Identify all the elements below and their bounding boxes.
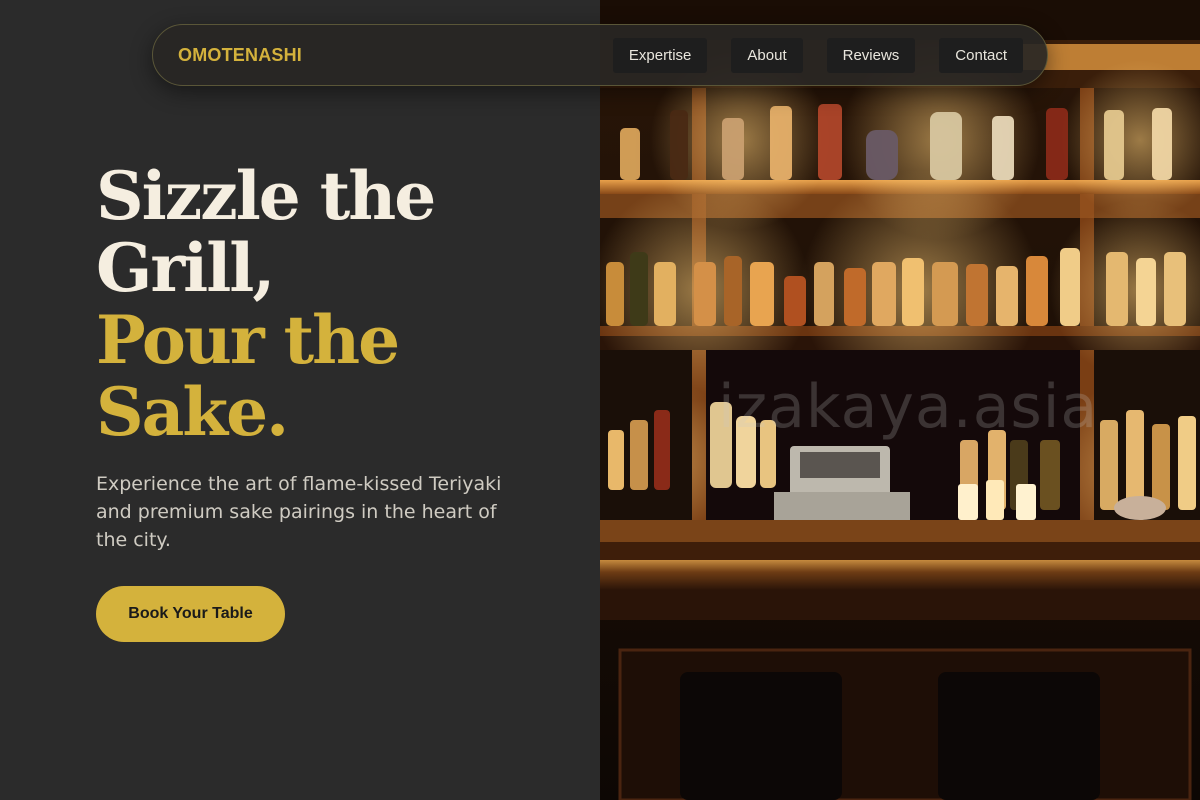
brand-logo[interactable]: OMOTENASHI xyxy=(178,45,302,66)
top-navigation: OMOTENASHI Expertise About Reviews Conta… xyxy=(152,24,1048,86)
nav-link-about[interactable]: About xyxy=(731,38,803,73)
nav-links: Expertise About Reviews Contact xyxy=(612,38,1023,73)
headline-line-2: Pour the Sake. xyxy=(96,301,400,451)
headline-line-1: Sizzle the Grill, xyxy=(96,157,436,307)
hero-headline: Sizzle the Grill, Pour the Sake. xyxy=(96,160,576,448)
nav-link-contact[interactable]: Contact xyxy=(939,38,1023,73)
nav-link-reviews[interactable]: Reviews xyxy=(826,38,916,73)
hero-subtitle: Experience the art of flame-kissed Teriy… xyxy=(96,473,502,551)
nav-link-expertise[interactable]: Expertise xyxy=(612,38,708,73)
watermark-text: izakaya.asia xyxy=(718,372,1099,442)
book-table-button[interactable]: Book Your Table xyxy=(96,586,285,642)
